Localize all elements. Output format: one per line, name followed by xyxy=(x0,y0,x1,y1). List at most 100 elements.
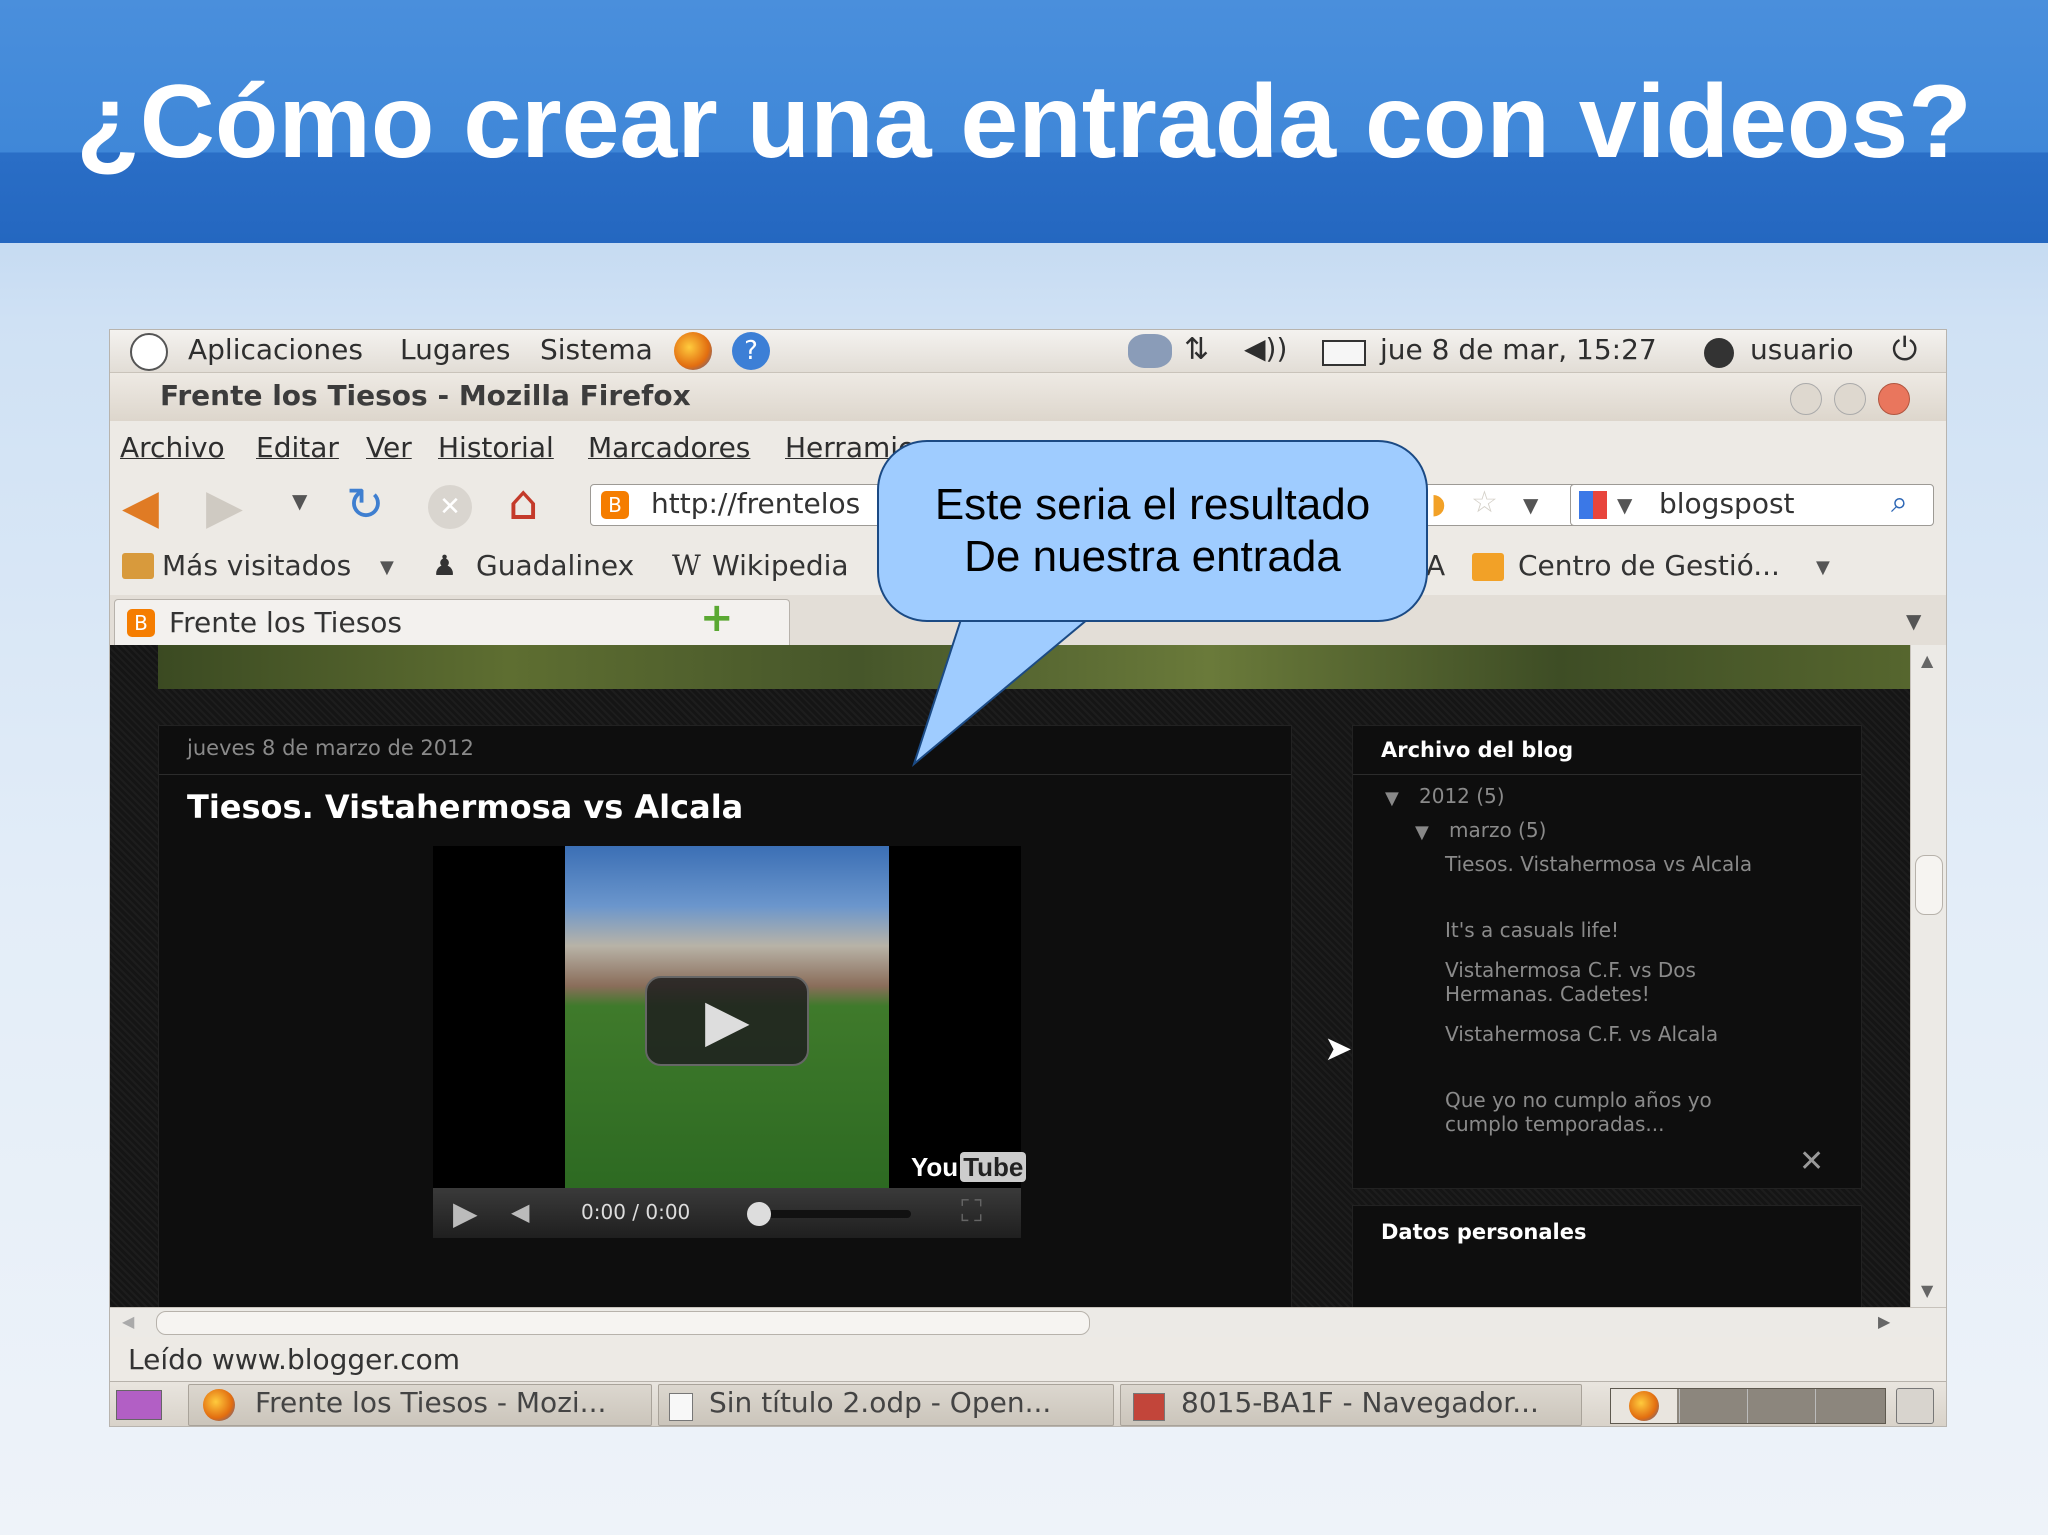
bookmark-wikipedia[interactable]: Wikipedia xyxy=(712,549,849,582)
archive-post-link[interactable]: Tiesos. Vistahermosa vs Alcala xyxy=(1445,852,1775,876)
close-icon[interactable] xyxy=(1878,383,1910,415)
document-icon xyxy=(669,1393,693,1421)
play-control-icon[interactable]: ▶ xyxy=(453,1194,478,1232)
workspace-3[interactable] xyxy=(1747,1389,1814,1423)
menu-aplicaciones[interactable]: Aplicaciones xyxy=(188,333,363,366)
status-text: Leído www.blogger.com xyxy=(128,1343,461,1376)
task-label: Frente los Tiesos - Mozi... xyxy=(255,1386,607,1419)
url-dropdown-icon[interactable]: ▼ xyxy=(1523,493,1538,517)
archive-post-link[interactable]: Que yo no cumplo años yo cumplo temporad… xyxy=(1445,1088,1775,1136)
workspace-switcher[interactable] xyxy=(1610,1388,1886,1424)
network-icon[interactable]: ⇅ xyxy=(1184,332,1209,367)
help-icon[interactable]: ? xyxy=(732,332,770,370)
tab-list-icon[interactable]: ▼ xyxy=(1906,609,1921,633)
vertical-scrollbar[interactable]: ▲ ▼ xyxy=(1910,645,1946,1307)
bookmark-partial[interactable]: A xyxy=(1426,549,1445,582)
menu-ver[interactable]: Ver xyxy=(366,431,412,464)
blog-archive-widget: Archivo del blog ▼ 2012 (5) ▼ marzo (5) … xyxy=(1352,725,1862,1189)
search-bar[interactable]: ▼ blogspost ⌕ xyxy=(1570,484,1934,526)
seek-handle[interactable] xyxy=(747,1202,771,1226)
scroll-left-icon[interactable]: ◀ xyxy=(122,1312,134,1331)
reload-icon[interactable]: ↻ xyxy=(346,477,385,531)
play-icon: ▶ xyxy=(705,986,750,1054)
task-firefox[interactable]: Frente los Tiesos - Mozi... xyxy=(188,1384,652,1426)
power-icon[interactable]: ⏻ xyxy=(1892,330,1917,369)
stop-icon[interactable]: ✕ xyxy=(428,485,472,529)
url-text: http://frentelos xyxy=(651,487,861,520)
folder-icon xyxy=(1133,1393,1165,1421)
search-input[interactable]: blogspost xyxy=(1659,487,1795,520)
ubuntu-logo-icon[interactable] xyxy=(130,333,168,371)
menu-sistema[interactable]: Sistema xyxy=(540,333,653,366)
task-impress[interactable]: Sin título 2.odp - Open... xyxy=(658,1384,1114,1426)
minimize-icon[interactable] xyxy=(1790,383,1822,415)
post-title[interactable]: Tiesos. Vistahermosa vs Alcala xyxy=(187,788,743,826)
rss-icon[interactable]: ◗ xyxy=(1431,487,1446,520)
status-bar: Leído www.blogger.com xyxy=(110,1337,1946,1381)
mail-icon[interactable] xyxy=(1322,340,1366,366)
workspace-2[interactable] xyxy=(1679,1389,1746,1423)
horizontal-scrollbar[interactable]: ◀ ▶ xyxy=(110,1307,1946,1338)
user-name[interactable]: usuario xyxy=(1750,333,1854,366)
video-time: 0:00 / 0:00 xyxy=(581,1200,691,1224)
tools-icon[interactable]: ✕ xyxy=(1799,1144,1824,1179)
bookmark-centro-gestion[interactable]: Centro de Gestió... xyxy=(1518,549,1780,582)
scroll-thumb[interactable] xyxy=(1915,855,1943,915)
workspace-4[interactable] xyxy=(1815,1389,1886,1423)
video-player[interactable]: ▶ You Tube ▶ ◀ 0:00 / 0:00 ⛶ xyxy=(433,846,1027,1238)
hscroll-thumb[interactable] xyxy=(156,1311,1090,1335)
window-titlebar[interactable]: Frente los Tiesos - Mozilla Firefox xyxy=(110,373,1946,421)
fullscreen-icon[interactable]: ⛶ xyxy=(961,1194,982,1229)
task-file-browser[interactable]: 8015-BA1F - Navegador... xyxy=(1120,1384,1582,1426)
history-dropdown-icon[interactable]: ▼ xyxy=(292,489,307,513)
scroll-down-icon[interactable]: ▼ xyxy=(1921,1281,1933,1300)
firefox-task-icon xyxy=(203,1389,235,1421)
bookmark-guadalinex[interactable]: Guadalinex xyxy=(476,549,634,582)
new-tab-icon[interactable]: + xyxy=(700,595,734,641)
search-engine-dropdown-icon[interactable]: ▼ xyxy=(1617,493,1632,517)
blogger-favicon-icon: B xyxy=(127,609,155,637)
user-icon xyxy=(1704,338,1734,368)
seek-bar[interactable] xyxy=(751,1210,911,1218)
archive-year[interactable]: 2012 (5) xyxy=(1419,784,1505,808)
forward-arrow-icon[interactable]: ▶ xyxy=(206,479,243,535)
menu-historial[interactable]: Historial xyxy=(438,431,554,464)
archive-post-link[interactable]: Vistahermosa C.F. vs Dos Hermanas. Cadet… xyxy=(1445,958,1775,1006)
month-toggle-icon[interactable]: ▼ xyxy=(1415,822,1429,843)
trash-icon[interactable] xyxy=(1896,1388,1934,1424)
tab-frente-los-tiesos[interactable]: B Frente los Tiesos xyxy=(114,599,790,646)
firefox-launcher-icon[interactable] xyxy=(674,332,712,370)
youtube-tube: Tube xyxy=(960,1152,1027,1182)
back-arrow-icon[interactable]: ◀ xyxy=(122,479,159,535)
users-icon[interactable] xyxy=(1128,334,1172,368)
menu-marcadores[interactable]: Marcadores xyxy=(588,431,750,464)
scroll-right-icon[interactable]: ▶ xyxy=(1878,1312,1890,1331)
archive-title: Archivo del blog xyxy=(1381,738,1574,762)
archive-month[interactable]: marzo (5) xyxy=(1449,818,1546,842)
archive-post-link[interactable]: It's a casuals life! xyxy=(1445,918,1775,942)
penguin-icon: ♟ xyxy=(432,549,458,582)
year-toggle-icon[interactable]: ▼ xyxy=(1385,788,1399,809)
home-icon[interactable]: ⌂ xyxy=(508,475,538,531)
chevron-down-icon: ▼ xyxy=(1816,557,1830,578)
menu-lugares[interactable]: Lugares xyxy=(400,333,511,366)
post-date: jueves 8 de marzo de 2012 xyxy=(187,736,474,760)
bookmark-star-icon[interactable]: ☆ xyxy=(1471,485,1498,520)
mouse-cursor-icon: ➤ xyxy=(1324,1029,1353,1069)
volume-control-icon[interactable]: ◀ xyxy=(511,1198,529,1226)
scroll-up-icon[interactable]: ▲ xyxy=(1921,651,1933,670)
search-icon[interactable]: ⌕ xyxy=(1891,485,1908,520)
menu-editar[interactable]: Editar xyxy=(256,431,339,464)
workspace-1[interactable] xyxy=(1611,1389,1677,1423)
clock[interactable]: jue 8 de mar, 15:27 xyxy=(1380,333,1657,366)
menu-archivo[interactable]: Archivo xyxy=(120,431,225,464)
folder-icon xyxy=(122,553,154,579)
archive-post-link[interactable]: Vistahermosa C.F. vs Alcala xyxy=(1445,1022,1775,1046)
youtube-logo: You Tube xyxy=(911,1152,1027,1183)
maximize-icon[interactable] xyxy=(1834,383,1866,415)
play-button[interactable]: ▶ xyxy=(645,976,809,1066)
volume-icon[interactable]: ◀)) xyxy=(1244,332,1287,365)
show-desktop-icon[interactable] xyxy=(116,1390,162,1420)
task-label: 8015-BA1F - Navegador... xyxy=(1181,1386,1539,1419)
bookmark-mas-visitados[interactable]: Más visitados xyxy=(162,549,351,582)
